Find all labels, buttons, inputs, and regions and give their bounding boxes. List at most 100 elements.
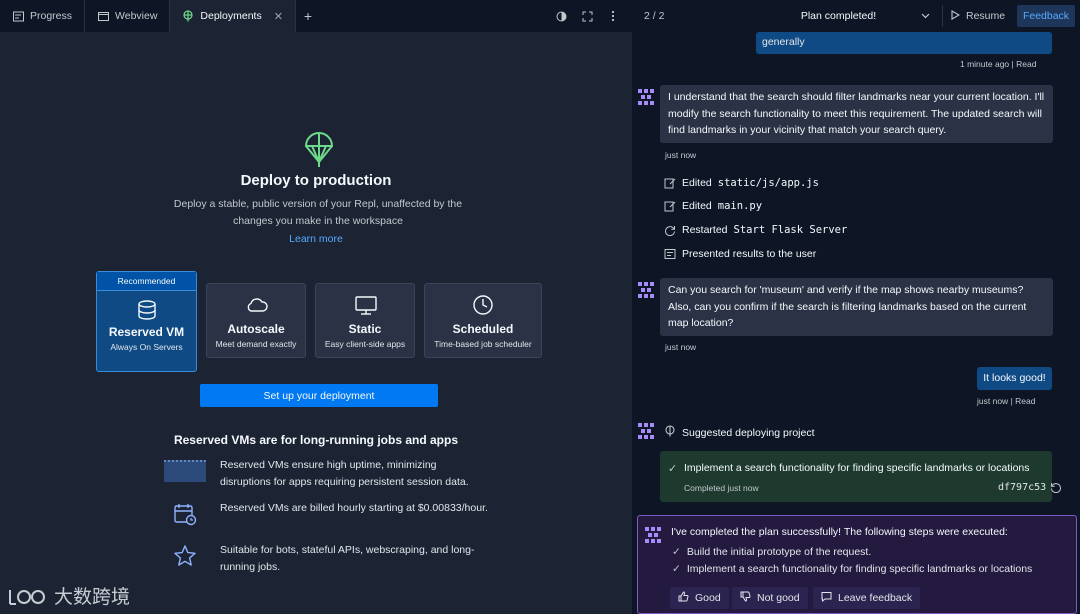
recommended-badge: Recommended (97, 272, 196, 291)
plan-subtitle: Meet demand exactly (215, 339, 297, 349)
action-item[interactable]: Restarted Start Flask Server (664, 224, 847, 236)
suggestion-row[interactable]: Suggested deploying project (664, 425, 815, 440)
plan-subtitle: Time-based job scheduler (434, 339, 532, 349)
deployments-pane: Progress Webview Deployments ✕ + Deploy … (0, 0, 632, 614)
database-icon (136, 299, 158, 321)
step-text: Implement a search functionality for fin… (686, 563, 1033, 575)
checkpoint-card: ✓ Implement a search functionality for f… (660, 451, 1061, 502)
not-good-button[interactable]: Not good (732, 587, 808, 609)
comment-icon (821, 591, 832, 605)
tab-progress[interactable]: Progress (0, 0, 86, 32)
edit-icon (664, 177, 676, 189)
user-message: generally (756, 32, 1052, 54)
executed-step: ✓ Implement a search functionality for f… (672, 563, 1032, 575)
plan-card-autoscale[interactable]: Autoscale Meet demand exactly (206, 283, 306, 358)
clock-icon (472, 294, 494, 316)
contrast-icon[interactable] (554, 9, 568, 23)
plan-card-static[interactable]: Static Easy client-side apps (315, 283, 415, 358)
edit-icon (664, 200, 676, 212)
ai-message: I understand that the search should filt… (660, 85, 1053, 143)
learn-more-link[interactable]: Learn more (0, 233, 632, 245)
webview-icon (97, 10, 109, 22)
watermark-logo-icon (9, 589, 45, 605)
feature-item: Reserved VMs ensure high uptime, minimiz… (164, 457, 504, 497)
action-target: Start Flask Server (733, 224, 848, 236)
plan-card-reserved-vm[interactable]: Recommended Reserved VM Always On Server… (96, 271, 197, 372)
feature-text: Reserved VMs ensure high uptime, minimiz… (220, 459, 469, 488)
leave-feedback-label: Leave feedback (838, 592, 913, 604)
reserved-vm-heading: Reserved VMs are for long-running jobs a… (173, 433, 459, 447)
pane-tools (554, 0, 632, 32)
tab-label: Deployments (200, 10, 262, 22)
deploy-description: Deploy a stable, public version of your … (173, 198, 463, 227)
thumbs-down-icon (740, 591, 751, 605)
present-icon (664, 248, 676, 260)
plan-name: Scheduled (452, 322, 514, 336)
checkpoint-status: Completed just now (684, 483, 759, 493)
deploy-hero-icon (304, 132, 334, 168)
tab-label: Progress (30, 10, 73, 22)
progress-icon (12, 10, 24, 22)
star-icon (164, 542, 206, 570)
message-time: 1 minute ago (960, 59, 1010, 69)
ai-chat-pane: 2 / 2 Plan completed! Resume Feedback ge… (636, 0, 1080, 614)
tab-webview[interactable]: Webview (85, 0, 171, 32)
check-icon: ✓ (672, 563, 681, 575)
plan-subtitle: Always On Servers (110, 342, 183, 352)
more-options-icon[interactable] (606, 9, 620, 23)
plan-name: Static (348, 322, 382, 336)
resume-button[interactable]: Resume (942, 5, 1014, 27)
watermark: 大数跨境 (8, 582, 130, 609)
feature-text: Reserved VMs are billed hourly starting … (220, 502, 488, 514)
check-icon: ✓ (672, 546, 681, 558)
action-target: static/js/app.js (717, 177, 819, 189)
deploy-body: Deploy to production Deploy a stable, pu… (0, 32, 632, 614)
executed-step: ✓ Build the initial prototype of the req… (672, 546, 871, 558)
checkpoint-text: Implement a search functionality for fin… (684, 462, 1030, 474)
feature-text: Suitable for bots, stateful APIs, webscr… (220, 544, 475, 573)
plan-complete-card: I've completed the plan successfully! Th… (637, 515, 1077, 614)
setup-deployment-button[interactable]: Set up your deployment (200, 384, 438, 407)
plan-status-dropdown[interactable]: Plan completed! (744, 5, 938, 27)
ai-avatar-icon (637, 281, 655, 299)
plan-card-scheduled[interactable]: Scheduled Time-based job scheduler (424, 283, 542, 358)
expand-icon[interactable] (580, 9, 594, 23)
ai-avatar-icon (644, 526, 662, 544)
plan-name: Reserved VM (108, 325, 185, 339)
action-verb: Restarted (682, 224, 728, 236)
message-time: just now (977, 396, 1009, 406)
good-button[interactable]: Good (670, 587, 729, 609)
action-item[interactable]: Presented results to the user (664, 248, 816, 260)
action-item[interactable]: Edited main.py (664, 200, 762, 212)
plan-complete-title: I've completed the plan successfully! Th… (671, 526, 1008, 538)
ai-avatar-icon (637, 88, 655, 106)
action-target: main.py (717, 200, 763, 212)
message-time: just now (665, 342, 697, 352)
action-item[interactable]: Edited static/js/app.js (664, 177, 819, 189)
tab-deployments[interactable]: Deployments ✕ (170, 0, 296, 32)
watermark-text: 大数跨境 (54, 587, 131, 608)
message-meta: just now | Read (977, 396, 1035, 406)
close-icon[interactable]: ✕ (274, 10, 283, 23)
step-text: Build the initial prototype of the reque… (686, 546, 872, 558)
message-time: just now (665, 150, 697, 160)
add-tab-button[interactable]: + (296, 0, 320, 32)
good-label: Good (695, 592, 721, 604)
ai-header: 2 / 2 Plan completed! Resume Feedback (636, 0, 1080, 32)
leave-feedback-button[interactable]: Leave feedback (813, 587, 921, 609)
chevron-down-icon (921, 10, 930, 22)
feedback-button[interactable]: Feedback (1017, 5, 1075, 27)
cloud-icon (245, 294, 268, 316)
rollback-icon[interactable] (1050, 481, 1062, 496)
user-message: It looks good! (977, 367, 1052, 390)
play-icon (951, 9, 961, 23)
tab-label: Webview (115, 10, 158, 22)
monitor-icon (354, 294, 377, 316)
action-verb: Edited (682, 177, 712, 189)
plan-subtitle: Easy client-side apps (324, 339, 406, 349)
ai-message: Can you search for 'museum' and verify i… (660, 278, 1053, 336)
tab-bar: Progress Webview Deployments ✕ + (0, 0, 632, 32)
deploy-icon (664, 425, 676, 440)
action-verb: Presented results to the user (682, 248, 817, 260)
feature-item: Reserved VMs are billed hourly starting … (164, 500, 504, 540)
